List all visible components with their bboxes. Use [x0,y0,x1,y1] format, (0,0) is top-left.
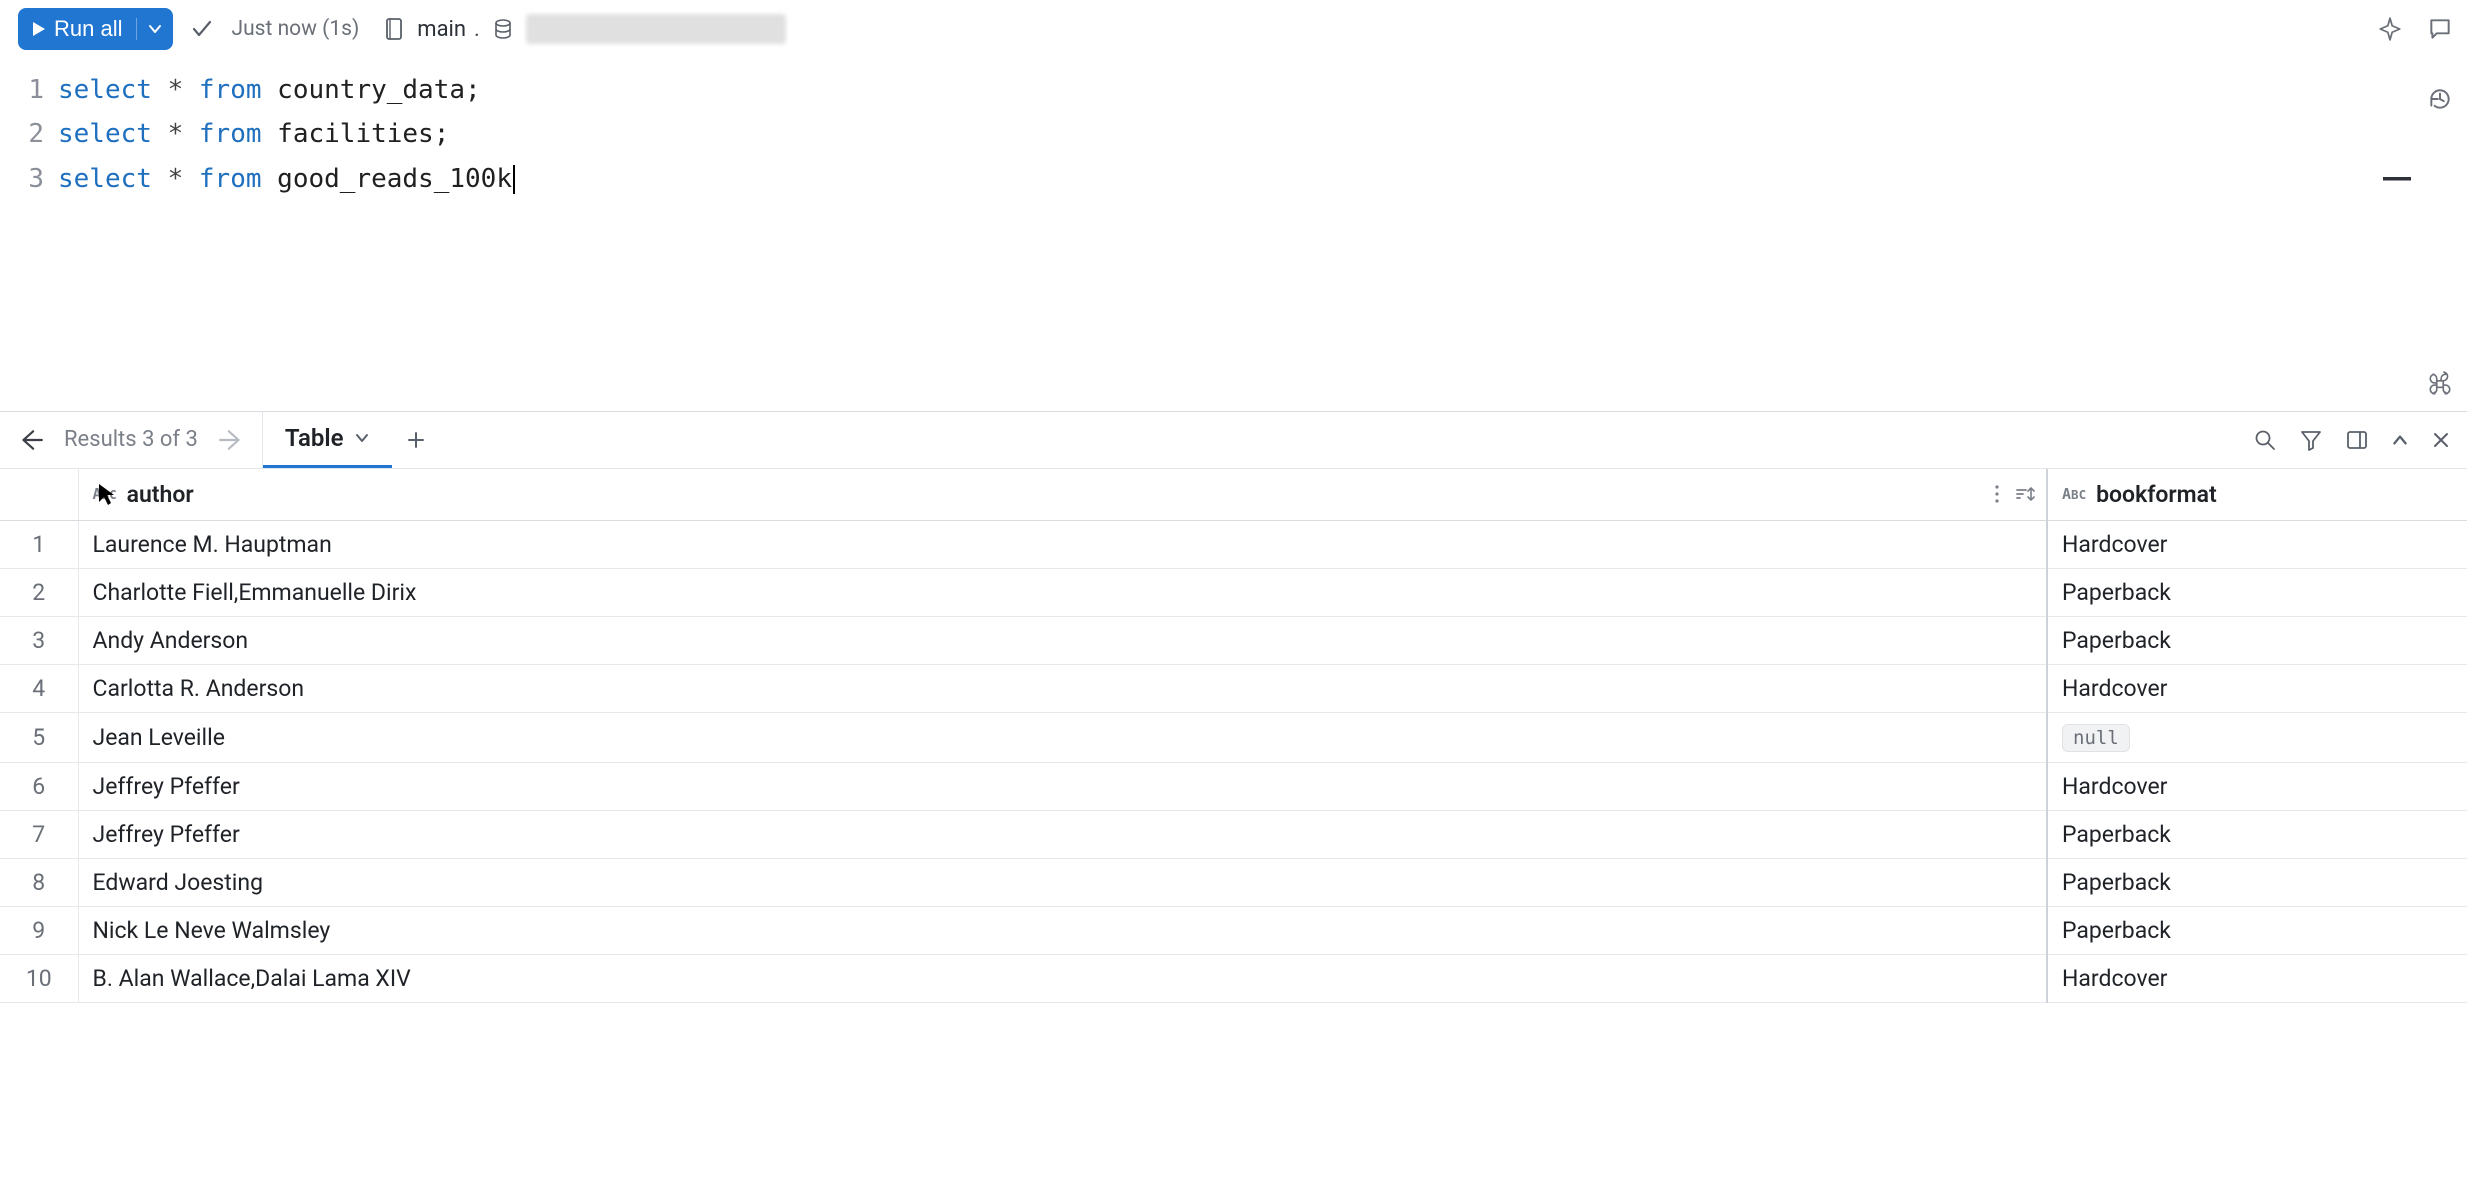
cell-bookformat[interactable]: Paperback [2047,616,2467,664]
line-number: 3 [0,157,44,201]
results-nav: Results 3 of 3 [0,412,263,468]
sort-icon[interactable] [2014,484,2036,504]
code-line[interactable]: select * from good_reads_100k [58,157,2467,201]
table-row[interactable]: 5Jean Leveille null [0,712,2467,762]
line-number: 2 [0,112,44,156]
results-toolbar: Results 3 of 3 Table [0,411,2467,469]
table-row[interactable]: 8Edward JoestingPaperback [0,858,2467,906]
column-label: bookformat [2096,481,2217,508]
filter-icon[interactable] [2299,428,2323,452]
tab-label: Table [285,424,344,452]
run-status-text: Just now (1s) [231,17,359,41]
column-header-bookformat[interactable]: ABC bookformat [2047,469,2467,521]
cell-author[interactable]: Jeffrey Pfeffer [78,810,2047,858]
separator [136,18,137,40]
column-menu-icon[interactable] [1994,484,2000,504]
view-tabs: Table [263,412,440,468]
cell-author[interactable]: Charlotte Fiell,Emmanuelle Dirix [78,568,2047,616]
code-area[interactable]: select * from country_data; select * fro… [58,68,2467,201]
row-number: 4 [0,664,78,712]
table-row[interactable]: 3Andy AndersonPaperback [0,616,2467,664]
line-gutter: 1 2 3 [0,68,58,201]
results-counter: Results 3 of 3 [58,427,204,452]
cell-author[interactable]: Jeffrey Pfeffer [78,762,2047,810]
column-label: author [127,481,194,508]
cell-bookformat[interactable]: Paperback [2047,810,2467,858]
search-icon[interactable] [2253,428,2277,452]
sparkle-icon[interactable] [2377,16,2403,42]
cell-bookformat[interactable]: Hardcover [2047,954,2467,1002]
cell-author[interactable]: Jean Leveille [78,712,2047,762]
null-pill: null [2062,724,2130,752]
run-all-label: Run all [54,16,122,42]
code-line[interactable]: select * from country_data; [58,68,2467,112]
next-result-button[interactable] [218,427,244,453]
collapse-icon[interactable] [2383,176,2411,182]
comment-icon[interactable] [2427,16,2453,42]
add-view-button[interactable] [392,412,440,468]
table-row[interactable]: 1Laurence M. HauptmanHardcover [0,520,2467,568]
row-number: 10 [0,954,78,1002]
cell-author[interactable]: Edward Joesting [78,858,2047,906]
table-row[interactable]: 2Charlotte Fiell,Emmanuelle DirixPaperba… [0,568,2467,616]
row-number-header [0,469,78,521]
table-row[interactable]: 6Jeffrey PfefferHardcover [0,762,2467,810]
row-number: 2 [0,568,78,616]
run-all-button[interactable]: Run all [18,8,173,50]
chevron-down-icon[interactable] [354,430,370,446]
column-header-author[interactable]: ABC author [78,469,2047,521]
table-row[interactable]: 9Nick Le Neve WalmsleyPaperback [0,906,2467,954]
row-number: 8 [0,858,78,906]
row-number: 1 [0,520,78,568]
cell-author[interactable]: Nick Le Neve Walmsley [78,906,2047,954]
catalog-selector[interactable]: main . [379,14,786,44]
row-number: 9 [0,906,78,954]
tab-table[interactable]: Table [263,412,392,468]
code-line[interactable]: select * from facilities; [58,112,2467,156]
chevron-down-icon[interactable] [147,21,163,37]
line-number: 1 [0,68,44,112]
sql-editor[interactable]: 1 2 3 select * from country_data; select… [0,58,2467,411]
row-number: 7 [0,810,78,858]
cell-bookformat[interactable]: null [2047,712,2467,762]
row-number: 5 [0,712,78,762]
schema-name-redacted [526,14,786,44]
keyboard-shortcut-icon[interactable] [2427,371,2453,397]
cell-bookformat[interactable]: Hardcover [2047,520,2467,568]
editor-toolbar: Run all Just now (1s) main . [0,0,2467,58]
string-type-icon: ABC [2062,485,2086,503]
cell-author[interactable]: Andy Anderson [78,616,2047,664]
cell-bookformat[interactable]: Paperback [2047,858,2467,906]
database-icon [488,14,518,44]
close-icon[interactable] [2431,430,2451,450]
row-number: 6 [0,762,78,810]
table-row[interactable]: 10B. Alan Wallace,Dalai Lama XIVHardcove… [0,954,2467,1002]
catalog-icon [379,14,409,44]
catalog-name: main [417,17,466,42]
play-icon [32,21,46,37]
text-cursor [513,165,515,194]
cell-bookformat[interactable]: Paperback [2047,568,2467,616]
row-number: 3 [0,616,78,664]
panel-icon[interactable] [2345,428,2369,452]
cell-bookformat[interactable]: Paperback [2047,906,2467,954]
cell-author[interactable]: Carlotta R. Anderson [78,664,2047,712]
check-icon [187,14,217,44]
cell-bookformat[interactable]: Hardcover [2047,664,2467,712]
chevron-up-icon[interactable] [2391,431,2409,449]
string-type-icon: ABC [93,485,117,503]
table-row[interactable]: 7Jeffrey PfefferPaperback [0,810,2467,858]
results-table[interactable]: ABC author ABC bookformat [0,469,2467,1193]
separator-dot: . [474,17,480,42]
table-row[interactable]: 4Carlotta R. AndersonHardcover [0,664,2467,712]
cell-author[interactable]: Laurence M. Hauptman [78,520,2047,568]
cell-author[interactable]: B. Alan Wallace,Dalai Lama XIV [78,954,2047,1002]
cell-bookformat[interactable]: Hardcover [2047,762,2467,810]
prev-result-button[interactable] [18,427,44,453]
